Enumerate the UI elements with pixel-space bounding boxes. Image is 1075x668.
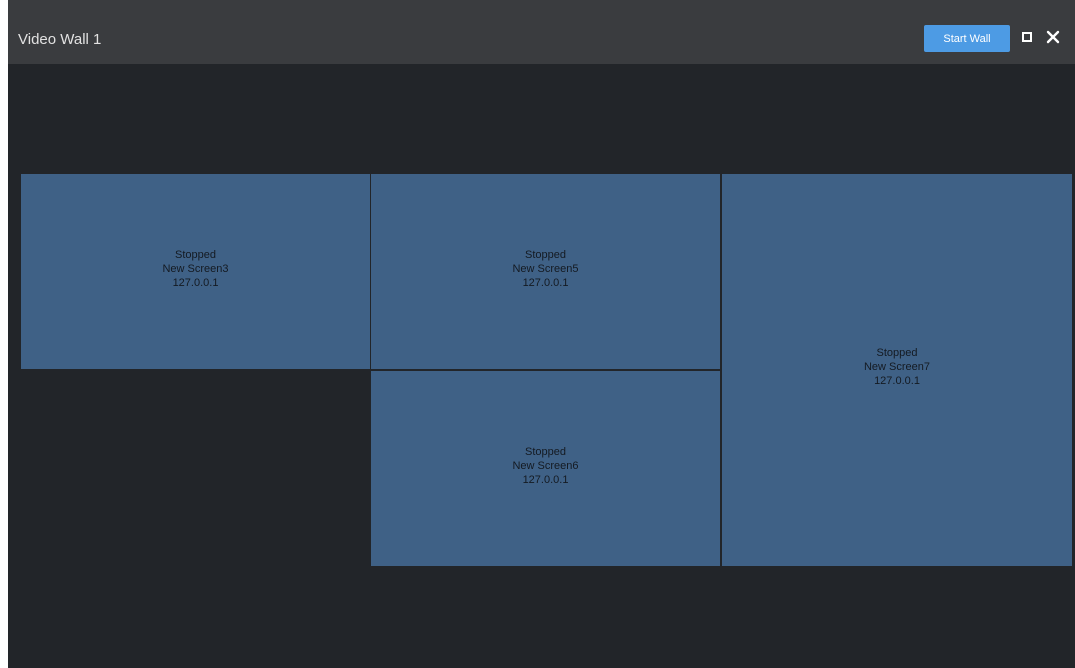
screen-name: New Screen7 [863,361,931,373]
screen-info: Stopped New Screen7 127.0.0.1 [722,346,1072,388]
screen-info: Stopped New Screen5 127.0.0.1 [371,248,720,290]
wall-canvas: Stopped New Screen3 127.0.0.1 Stopped Ne… [8,64,1075,668]
window-title: Video Wall 1 [18,31,102,48]
screen-ip: 127.0.0.1 [522,474,569,486]
screen-tile-new-screen7[interactable]: Stopped New Screen7 127.0.0.1 [722,174,1072,566]
screen-info: Stopped New Screen3 127.0.0.1 [21,248,370,290]
screen-name: New Screen3 [162,263,229,275]
screen-name: New Screen5 [512,263,579,275]
video-wall-window: Video Wall 1 Start Wall Stopped New Scre… [8,0,1075,668]
title-bar: Video Wall 1 Start Wall [8,0,1075,64]
screen-status: Stopped [525,446,566,458]
maximize-icon[interactable] [1022,32,1032,42]
screen-ip: 127.0.0.1 [172,277,219,289]
screen-tile-new-screen5[interactable]: Stopped New Screen5 127.0.0.1 [371,174,720,369]
screen-info: Stopped New Screen6 127.0.0.1 [371,445,720,487]
start-wall-button[interactable]: Start Wall [924,25,1010,52]
close-icon[interactable] [1045,29,1061,45]
screen-ip: 127.0.0.1 [874,375,920,387]
screen-status: Stopped [876,347,918,359]
screen-status: Stopped [525,249,566,261]
screen-ip: 127.0.0.1 [522,277,569,289]
screen-status: Stopped [175,249,216,261]
screen-tile-new-screen3[interactable]: Stopped New Screen3 127.0.0.1 [21,174,370,369]
screen-tile-new-screen6[interactable]: Stopped New Screen6 127.0.0.1 [371,371,720,566]
screen-name: New Screen6 [512,460,579,472]
